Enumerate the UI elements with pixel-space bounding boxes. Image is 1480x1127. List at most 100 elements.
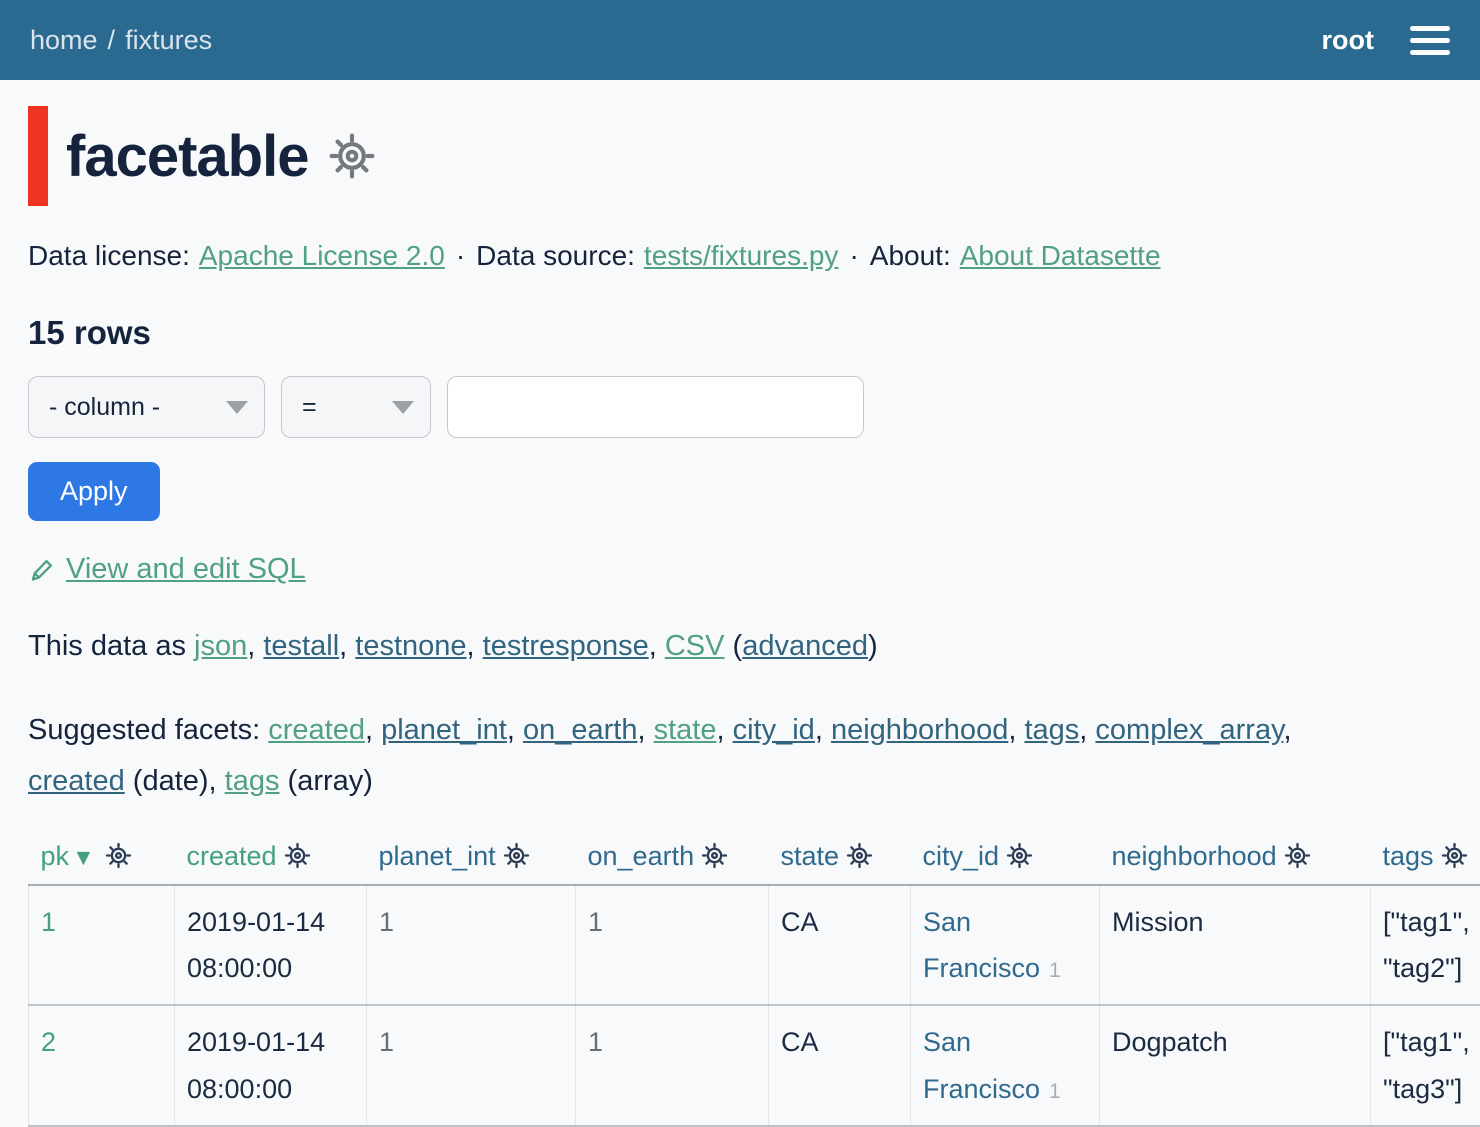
hamburger-menu-icon[interactable] [1410,19,1450,62]
column-gear-icon[interactable] [1006,842,1033,869]
cell-tags: ["tag1", "tag3"] [1371,1005,1480,1126]
facet-count: 1 [1049,1080,1061,1103]
filter-value-input[interactable] [447,376,864,438]
view-edit-sql-link[interactable]: View and edit SQL [66,553,306,586]
sort-created-link[interactable]: created [187,841,277,871]
facet-link-complex-array[interactable]: complex_array [1095,714,1283,746]
cell-neighborhood: Mission [1100,885,1371,1006]
cell-pk: 2 [29,1005,175,1126]
column-gear-icon[interactable] [701,842,728,869]
sort-city-id-link[interactable]: city_id [923,841,1000,871]
cell-city-id: San Francisco 1 [911,885,1100,1006]
column-gear-icon[interactable] [846,842,873,869]
title-row: facetable [28,106,1452,206]
pencil-icon [28,556,56,584]
export-line: This data as json, testall, testnone, te… [28,630,1452,663]
data-source-link[interactable]: tests/fixtures.py [644,240,839,271]
table-header-row: pk▼ created planet_int on_earth state ci… [29,833,1480,885]
facet-link-planet-int[interactable]: planet_int [381,714,507,746]
separator: ( [724,630,742,662]
logged-in-user[interactable]: root [1322,25,1374,56]
cell-planet-int: 1 [367,885,576,1006]
facet-link-created[interactable]: created [268,714,365,746]
table-settings-gear-icon[interactable] [328,132,376,180]
separator: (date), [125,765,225,797]
cell-state: CA [769,1005,911,1126]
accent-bar [28,106,48,206]
operator-select-value: = [302,393,317,422]
chevron-down-icon [226,401,248,414]
data-source-label: Data source: [476,240,635,271]
sort-state-link[interactable]: state [781,841,840,871]
export-prefix: This data as [28,630,186,662]
navbar-right: root [1322,19,1450,62]
cell-created: 2019-01-14 08:00:00 [175,1005,367,1126]
meta-separator: · [456,240,465,271]
cell-on-earth: 1 [576,1005,769,1126]
data-license-link[interactable]: Apache License 2.0 [199,240,445,271]
metadata-line: Data license:Apache License 2.0·Data sou… [28,240,1452,272]
breadcrumb-home-link[interactable]: home [30,25,98,55]
row-link[interactable]: 2 [41,1027,56,1057]
city-link[interactable]: San Francisco [923,1027,1040,1103]
cell-neighborhood: Dogpatch [1100,1005,1371,1126]
export-link-testnone[interactable]: testnone [355,630,466,662]
separator: , [365,714,381,746]
facets-prefix: Suggested facets: [28,714,260,746]
sort-pk-link[interactable]: pk [41,841,70,871]
export-link-json[interactable]: json [194,630,247,662]
facet-count: 1 [1049,959,1061,982]
apply-button[interactable]: Apply [28,462,160,521]
export-link-advanced[interactable]: advanced [742,630,868,662]
column-header-on-earth: on_earth [576,833,769,885]
column-select[interactable]: - column - [28,376,265,438]
table-scroll-area[interactable]: pk▼ created planet_int on_earth state ci… [28,833,1480,1127]
city-link[interactable]: San Francisco [923,907,1040,983]
sort-desc-icon: ▼ [72,844,95,870]
separator: , [1283,714,1291,746]
sql-row: View and edit SQL [28,553,1452,586]
facet-link-on-earth[interactable]: on_earth [523,714,638,746]
suggested-facets: Suggested facets: created, planet_int, o… [28,705,1452,807]
column-gear-icon[interactable] [105,842,132,869]
facet-link-state[interactable]: state [654,714,717,746]
facet-link-city-id[interactable]: city_id [733,714,815,746]
facet-link-tags-array[interactable]: tags [225,765,280,797]
column-header-neighborhood: neighborhood [1100,833,1371,885]
separator: , [649,630,665,662]
cell-planet-int: 1 [367,1005,576,1126]
sort-tags-link[interactable]: tags [1383,841,1434,871]
facet-link-neighborhood[interactable]: neighborhood [831,714,1008,746]
separator: , [637,714,653,746]
sort-on-earth-link[interactable]: on_earth [588,841,695,871]
export-link-csv[interactable]: CSV [665,630,725,662]
sort-planet-int-link[interactable]: planet_int [379,841,496,871]
operator-select[interactable]: = [281,376,431,438]
sort-neighborhood-link[interactable]: neighborhood [1112,841,1277,871]
separator: , [815,714,831,746]
row-link[interactable]: 1 [41,907,56,937]
data-table: pk▼ created planet_int on_earth state ci… [28,833,1480,1127]
breadcrumb-fixtures-link[interactable]: fixtures [125,25,212,55]
column-header-pk: pk▼ [29,833,175,885]
export-link-testresponse[interactable]: testresponse [483,630,649,662]
column-header-planet-int: planet_int [367,833,576,885]
column-header-state: state [769,833,911,885]
column-gear-icon[interactable] [1284,842,1311,869]
table-row: 2 2019-01-14 08:00:00 1 1 CA San Francis… [29,1005,1480,1126]
filter-bar: - column - = [28,376,1452,438]
top-navbar: home/fixtures root [0,0,1480,80]
cell-pk: 1 [29,885,175,1006]
column-gear-icon[interactable] [1441,842,1468,869]
column-gear-icon[interactable] [284,842,311,869]
export-link-testall[interactable]: testall [263,630,339,662]
about-link[interactable]: About Datasette [960,240,1161,271]
facet-link-tags[interactable]: tags [1024,714,1079,746]
facet-link-created-date[interactable]: created [28,765,125,797]
separator: , [716,714,732,746]
separator: , [247,630,263,662]
cell-city-id: San Francisco 1 [911,1005,1100,1126]
cell-tags: ["tag1", "tag2"] [1371,885,1480,1006]
separator: (array) [280,765,373,797]
column-gear-icon[interactable] [503,842,530,869]
